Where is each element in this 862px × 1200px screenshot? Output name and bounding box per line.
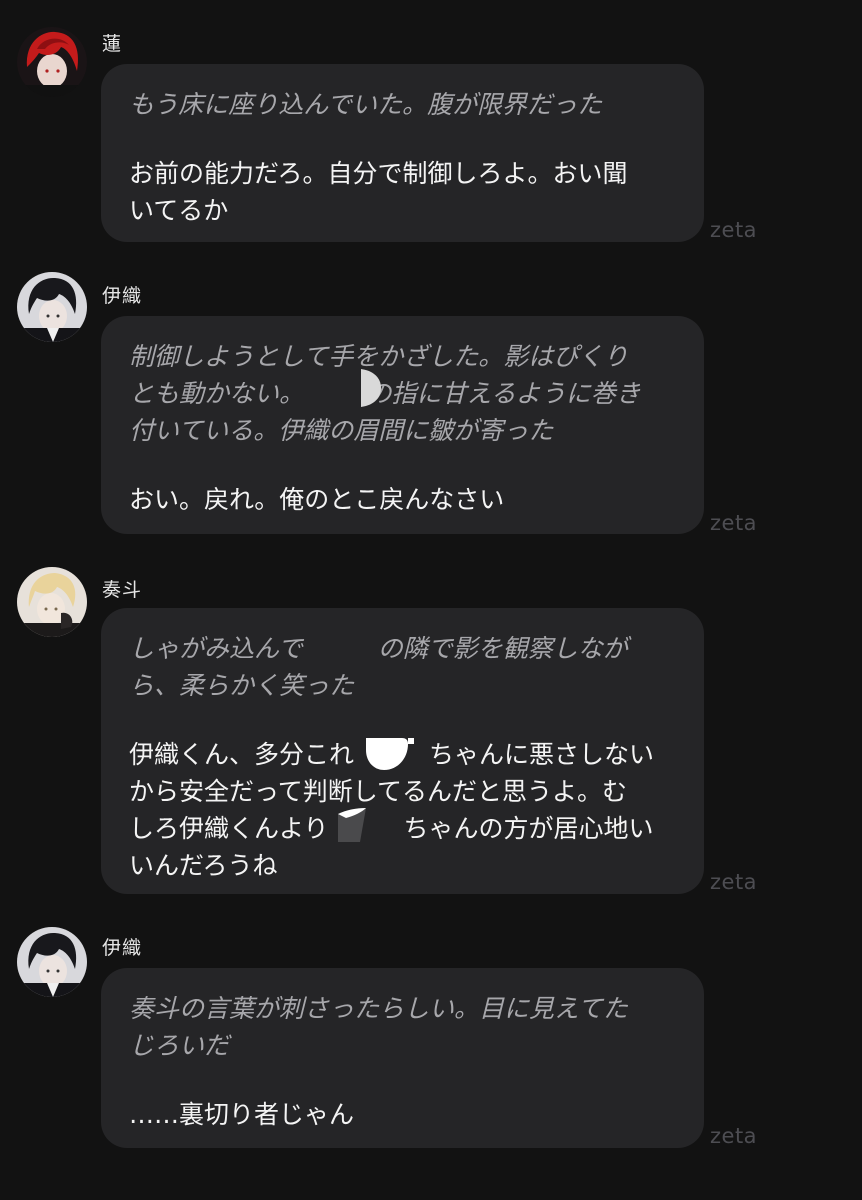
zeta-watermark: zeta <box>710 870 758 894</box>
narration-text: 奏斗の言葉が刺さったらしい。目に見えてた じろいだ <box>129 994 628 1060</box>
avatar-iori[interactable] <box>17 927 87 997</box>
speech-text: ……裏切り者じゃん <box>129 1100 355 1129</box>
avatar-kanato[interactable] <box>17 567 87 637</box>
message-bubble: 奏斗の言葉が刺さったらしい。目に見えてた じろいだ ……裏切り者じゃん <box>101 968 704 1148</box>
redaction-mark <box>364 736 414 772</box>
sender-name: 伊織 <box>102 937 143 959</box>
zeta-watermark: zeta <box>710 511 758 535</box>
avatar-ren[interactable] <box>17 27 87 97</box>
sender-name: 蓮 <box>102 33 123 55</box>
narration-text: しゃがみ込んで の隣で影を観察しなが ら、柔らかく笑った <box>129 634 628 700</box>
narration-text: もう床に座り込んでいた。腹が限界だった <box>129 90 603 119</box>
sender-name: 奏斗 <box>102 579 143 601</box>
zeta-watermark: zeta <box>710 1124 758 1148</box>
avatar-iori[interactable] <box>17 272 87 342</box>
redaction-mark <box>338 808 372 842</box>
message-bubble: 制御しようとして手をかざした。影はぴくり とも動かない。 の指に甘えるように巻き… <box>101 316 704 534</box>
redaction-mark <box>361 369 381 407</box>
speech-text: お前の能力だろ。自分で制御しろよ。おい聞 いてるか <box>129 159 628 225</box>
sender-name: 伊織 <box>102 285 143 307</box>
dark-haired-avatar-icon <box>17 927 87 997</box>
red-haired-avatar-icon <box>17 27 87 97</box>
blond-haired-avatar-icon <box>17 567 87 637</box>
message-bubble: もう床に座り込んでいた。腹が限界だった お前の能力だろ。自分で制御しろよ。おい聞… <box>101 64 704 242</box>
speech-text: おい。戻れ。俺のとこ戻んなさい <box>129 485 505 514</box>
narration-text: 制御しようとして手をかざした。影はぴくり とも動かない。 の指に甘えるように巻き… <box>129 342 641 445</box>
dark-haired-avatar-icon <box>17 272 87 342</box>
zeta-watermark: zeta <box>710 218 758 242</box>
